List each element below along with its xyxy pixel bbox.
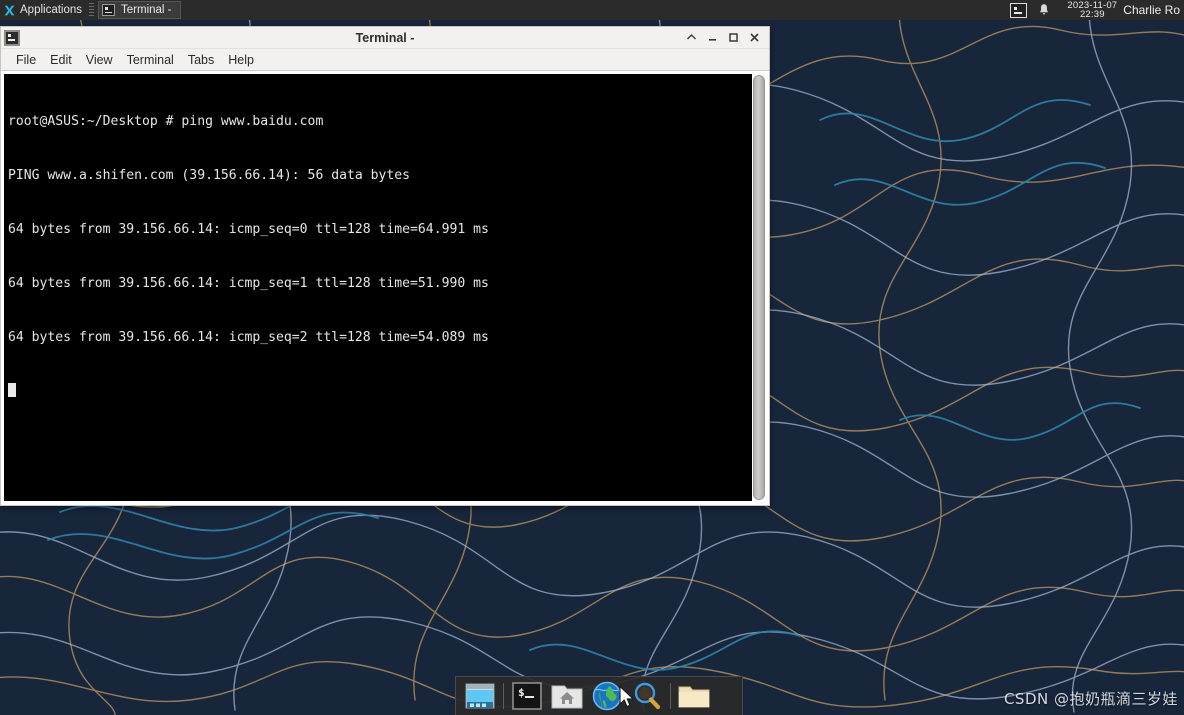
- scrollbar-thumb[interactable]: [753, 75, 765, 500]
- csdn-watermark: CSDN @抱奶瓶滴三岁娃: [1003, 690, 1178, 708]
- terminal-line: PING www.a.shifen.com (39.156.66.14): 56…: [8, 168, 411, 183]
- menu-terminal[interactable]: Terminal: [120, 51, 181, 69]
- home-folder-icon: [551, 685, 583, 708]
- terminal-output-area[interactable]: root@ASUS:~/Desktop # ping www.baidu.com…: [4, 74, 752, 501]
- menu-view[interactable]: View: [79, 51, 120, 69]
- terminal-line: 64 bytes from 39.156.66.14: icmp_seq=1 t…: [8, 276, 489, 291]
- svg-text:$: $: [518, 686, 525, 699]
- dock-terminal[interactable]: $: [509, 680, 545, 712]
- panel-clock[interactable]: 2023-11-07 22:39: [1061, 0, 1123, 20]
- window-list-icon: [465, 683, 495, 709]
- dock-file-manager[interactable]: [676, 680, 712, 712]
- terminal-line: 64 bytes from 39.156.66.14: icmp_seq=2 t…: [8, 330, 489, 345]
- applications-label: Applications: [20, 4, 83, 16]
- username-label[interactable]: Charlie Ro: [1123, 3, 1184, 17]
- panel-drag-handle[interactable]: [89, 3, 95, 17]
- terminal-prompt-icon: $: [512, 682, 542, 710]
- taskbar-item-label: Terminal -: [121, 4, 172, 16]
- terminal-icon: [102, 4, 116, 16]
- terminal-body: root@ASUS:~/Desktop # ping www.baidu.com…: [1, 71, 769, 505]
- taskbar-item-terminal[interactable]: Terminal -: [98, 1, 181, 19]
- terminal-window[interactable]: Terminal - File Edit View Terminal Tabs …: [0, 26, 770, 506]
- applications-menu-button[interactable]: Applications: [0, 0, 87, 20]
- dock-separator: [670, 683, 671, 709]
- maximize-window-button[interactable]: [723, 28, 744, 48]
- window-titlebar[interactable]: Terminal -: [1, 27, 769, 49]
- bell-notification-icon[interactable]: [1037, 2, 1051, 18]
- menu-edit[interactable]: Edit: [43, 51, 79, 69]
- clock-time: 22:39: [1079, 9, 1105, 20]
- terminal-line: root@ASUS:~/Desktop # ping www.baidu.com: [8, 114, 324, 129]
- folder-icon: [678, 686, 710, 707]
- menubar: File Edit View Terminal Tabs Help: [1, 49, 769, 71]
- globe-browser-icon: [592, 681, 622, 711]
- terminal-icon: [4, 29, 20, 46]
- menu-tabs[interactable]: Tabs: [181, 51, 221, 69]
- dock-search[interactable]: [629, 680, 665, 712]
- terminal-cursor: [8, 383, 16, 397]
- dock-panel: $: [455, 676, 743, 715]
- terminal-line: 64 bytes from 39.156.66.14: icmp_seq=0 t…: [8, 222, 489, 237]
- menu-help[interactable]: Help: [221, 51, 261, 69]
- dock-web-browser[interactable]: [589, 680, 625, 712]
- top-panel: Applications Terminal - 2023-11-07 22:39…: [0, 0, 1184, 20]
- dock-home-folder[interactable]: [549, 680, 585, 712]
- dock-separator: [503, 683, 504, 709]
- shade-window-button[interactable]: [681, 28, 702, 48]
- terminal-tray-icon[interactable]: [1010, 2, 1028, 18]
- magnifier-search-icon: [634, 682, 661, 710]
- dock-window-switcher[interactable]: [462, 680, 498, 712]
- terminal-scrollbar[interactable]: [752, 74, 766, 501]
- menu-file[interactable]: File: [9, 51, 43, 69]
- minimize-window-button[interactable]: [702, 28, 723, 48]
- terminal-cursor-line: [8, 383, 748, 401]
- window-title: Terminal -: [355, 30, 415, 45]
- xfce-mouse-logo-icon: [4, 5, 15, 15]
- panel-spacer: [181, 0, 1011, 20]
- close-window-button[interactable]: [744, 28, 765, 48]
- window-controls: [681, 28, 769, 48]
